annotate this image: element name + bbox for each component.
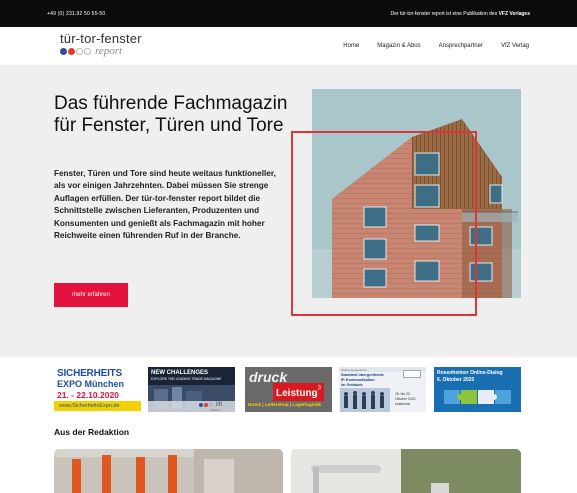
nav-item-home[interactable]: Home	[343, 43, 359, 49]
article-card-2[interactable]	[291, 449, 521, 493]
hero-section: Das führende Fachmagazin für Fenster, Tü…	[0, 65, 577, 357]
site-logo[interactable]: tür-tor-fenster report	[60, 31, 142, 57]
hero-text: Fenster, Türen und Tore sind heute weita…	[54, 169, 276, 241]
banner4-people-image	[340, 388, 390, 412]
banner4-line4: im Gebäude	[341, 383, 363, 387]
logo-line2: report	[60, 45, 142, 57]
banner5-puzzle-image	[444, 390, 511, 404]
publication-brand[interactable]: VFZ Verlages	[499, 11, 530, 17]
article-card-1-image	[54, 449, 283, 493]
partner-banners: SICHERHEITS EXPO München 21. - 22.10.202…	[0, 357, 577, 427]
banner2-line2: EXPLORE THE LEADING TRADE MAGAZINE	[151, 377, 222, 381]
banner4-date1: 26. bis 30.	[395, 392, 411, 396]
logo-report-text: report	[95, 45, 123, 57]
banner5-line2: 6. Oktober 2020	[437, 377, 475, 383]
top-bar: +49 (0) 231.92 50 55-50 Der tür-tor-fens…	[0, 0, 577, 27]
logo-dot-3	[76, 47, 83, 55]
banner4-date3: kostenlos!	[395, 402, 411, 406]
site-header: tür-tor-fenster report Home Magazin & Ab…	[0, 27, 577, 65]
banner3-word2: Leistung	[276, 388, 318, 399]
publication-note: Der tür-tor-fenster report ist eine Publ…	[390, 11, 530, 17]
phone-number[interactable]: +49 (0) 231.92 50 55-50	[47, 11, 105, 17]
logo-dot-2	[68, 47, 75, 55]
nav-item-magazin-abos[interactable]: Magazin & Abos	[377, 43, 420, 49]
banner1-date: 21. - 22.10.2020	[57, 390, 119, 400]
banner-online-symposium[interactable]: Online-Symposium Standard übergreifende …	[339, 367, 426, 412]
banner-rosenheimer-dialog[interactable]: Rosenheimer Online-Dialog 6. Oktober 202…	[434, 367, 521, 412]
banner4-line1: Online-Symposium	[341, 368, 367, 372]
banner1-line2: EXPO München	[57, 379, 125, 389]
logo-line1: tür-tor-fenster	[60, 31, 142, 46]
banner3-footer: Druck | Lettershop | Lagerlogistik	[248, 402, 322, 407]
banner2-dot-2	[204, 403, 208, 407]
banner1-url: www.SicherheitsExpo.de	[59, 403, 120, 409]
main-nav: Home Magazin & Abos Ansprechpartner VfZ …	[325, 43, 529, 49]
article-card-1[interactable]	[54, 449, 283, 493]
banner2-sub: report	[210, 407, 220, 412]
banner1-line1: SICHERHEITS	[57, 368, 123, 379]
nav-item-ansprechpartner[interactable]: Ansprechpartner	[439, 43, 483, 49]
hero-title: Das führende Fachmagazin für Fenster, Tü…	[54, 93, 288, 136]
banner4-line2: Standard übergreifende	[341, 373, 384, 377]
publication-note-text: Der tür-tor-fenster report ist eine Publ…	[390, 11, 499, 17]
banner-sicherheitsexpo[interactable]: SICHERHEITS EXPO München 21. - 22.10.202…	[54, 367, 141, 412]
banner1-url-bar: www.SicherheitsExpo.de	[54, 401, 141, 411]
banner3-sup: 3	[317, 385, 322, 392]
decorative-red-frame	[291, 131, 477, 316]
logo-dot-4	[84, 47, 91, 55]
banner4-date2: Oktober 2020	[395, 397, 416, 401]
banner2-dot-1	[199, 403, 203, 407]
nav-item-vfz-verlag[interactable]: VfZ Verlag	[501, 43, 529, 49]
banner4-badge	[403, 370, 421, 378]
article-card-2-image	[291, 449, 521, 493]
logo-dot-1	[60, 47, 67, 55]
banner-lift-report[interactable]: NEW CHALLENGES EXPLORE THE LEADING TRADE…	[148, 367, 235, 412]
banner5-line1: Rosenheimer Online-Dialog	[437, 370, 503, 376]
banner-druck-leistung[interactable]: druck Leistung3 Druck | Lettershop | Lag…	[245, 367, 332, 412]
banner4-line3: IP-Kommunikation	[341, 378, 375, 382]
banner2-line1: NEW CHALLENGES	[151, 370, 208, 376]
more-info-button[interactable]: mehr erfahren	[54, 283, 128, 307]
banner3-word2-box: Leistung3	[273, 383, 325, 401]
section-title-aus-der-redaktion: Aus der Redaktion	[54, 427, 130, 437]
